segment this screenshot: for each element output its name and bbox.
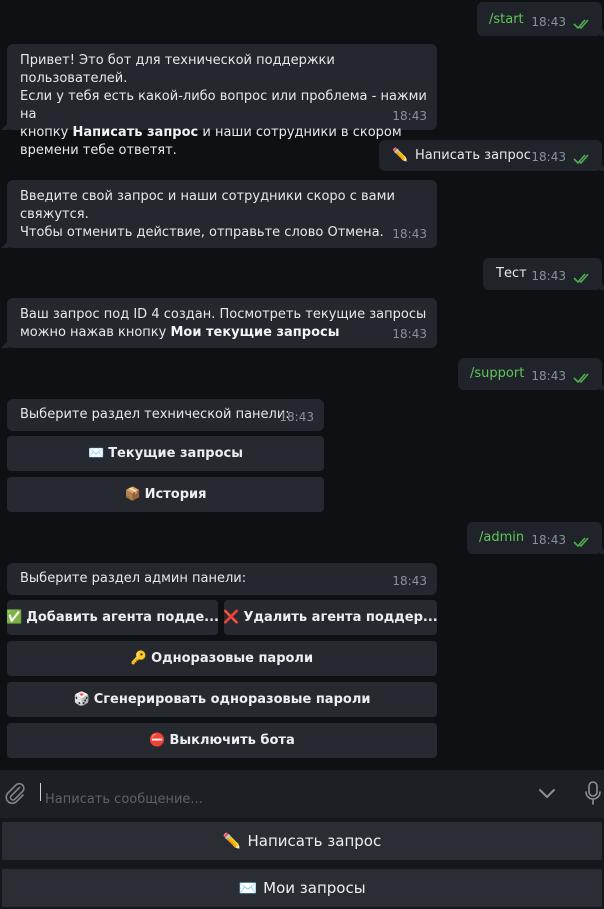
message-line: времени тебе ответят. [20, 143, 177, 158]
outgoing-message-support: /support 18:43 [458, 358, 604, 390]
command-link-start[interactable]: /start [489, 11, 524, 29]
message-line: свяжутся. [20, 207, 89, 222]
message-input[interactable]: Написать сообщение... [38, 770, 518, 818]
message-time: 18:43 [392, 109, 427, 123]
message-time: 18:43 [531, 533, 566, 547]
button-label: Удалить агента поддер... [243, 610, 437, 625]
incoming-message-admin-panel: Выберите раздел админ панели: 18:43 [7, 563, 437, 595]
paperclip-icon[interactable] [3, 781, 27, 805]
message-time: 18:43 [531, 15, 566, 29]
button-label: История [144, 487, 207, 502]
cross-mark-icon: ❌ [224, 610, 240, 625]
envelope-icon: ✉️ [88, 446, 105, 461]
message-line: Ваш запрос под ID 4 создан. Посмотреть т… [20, 307, 427, 322]
message-text: Выберите раздел админ панели: [20, 571, 247, 586]
chevron-down-icon[interactable] [537, 785, 557, 801]
reply-keyboard: ✏️ Написать запрос ✉️ Мои запросы [0, 818, 604, 909]
button-label: Мои запросы [263, 879, 366, 897]
message-time: 18:43 [392, 327, 427, 341]
outgoing-message-test: Тест 18:43 [483, 258, 604, 290]
message-text: Выберите раздел технической панели: [20, 407, 290, 422]
message-composer: Написать сообщение... [0, 770, 604, 818]
outgoing-message-write-request: ✏️ Написать запрос 18:43 [379, 140, 604, 171]
message-time: 18:43 [531, 150, 566, 164]
command-link-admin[interactable]: /admin [479, 529, 524, 547]
message-line: Чтобы отменить действие, отправьте слово… [20, 225, 384, 240]
message-line: Введите свой запрос и наши сотрудники ск… [20, 189, 395, 204]
button-label: Написать запрос [247, 832, 382, 850]
pencil-icon: ✏️ [392, 148, 409, 163]
inline-button-remove-agent[interactable]: ❌ Удалить агента поддер... [224, 600, 437, 635]
pencil-icon: ✏️ [222, 832, 242, 850]
dice-icon: 🎲 [73, 692, 90, 707]
command-link-support[interactable]: /support [470, 365, 524, 383]
read-checkmarks-icon [573, 154, 589, 165]
read-checkmarks-icon [573, 373, 589, 384]
text-caret [40, 783, 41, 801]
message-text: Написать запрос [415, 148, 531, 163]
inline-button-shutdown-bot[interactable]: ⛔ Выключить бота [7, 723, 437, 758]
inline-button-one-time-passwords[interactable]: 🔑 Одноразовые пароли [7, 641, 437, 676]
message-time: 18:43 [531, 269, 566, 283]
message-line: Если у тебя есть какой-либо вопрос или п… [20, 89, 427, 122]
button-label: Сгенерировать одноразовые пароли [93, 692, 371, 707]
message-time: 18:43 [392, 227, 427, 241]
read-checkmarks-icon [573, 537, 589, 548]
message-line: можно нажав кнопку Мои текущие запросы [20, 325, 340, 340]
message-time: 18:43 [279, 410, 314, 424]
inline-button-add-agent[interactable]: ✅ Добавить агента подде... [7, 600, 218, 635]
incoming-message-request-created: Ваш запрос под ID 4 создан. Посмотреть т… [1, 298, 437, 348]
message-text: Тест [496, 266, 527, 281]
chat-area: /start 18:43 Привет! Это бот для техниче… [0, 0, 604, 770]
no-entry-icon: ⛔ [149, 733, 166, 748]
inline-button-generate-passwords[interactable]: 🎲 Сгенерировать одноразовые пароли [7, 682, 437, 717]
read-checkmarks-icon [573, 19, 589, 30]
inline-button-history[interactable]: 📦 История [7, 477, 324, 512]
package-icon: 📦 [124, 487, 141, 502]
incoming-message-support-panel: Выберите раздел технической панели: 18:4… [7, 399, 324, 431]
reply-button-write-request[interactable]: ✏️ Написать запрос [2, 822, 602, 860]
envelope-icon: ✉️ [238, 879, 258, 897]
read-checkmarks-icon [573, 273, 589, 284]
button-label: Выключить бота [169, 733, 295, 748]
outgoing-message-admin: /admin 18:43 [467, 522, 604, 554]
incoming-message-welcome: Привет! Это бот для технической поддержк… [1, 44, 437, 158]
input-placeholder: Написать сообщение... [45, 792, 203, 807]
message-time: 18:43 [392, 574, 427, 588]
check-mark-icon: ✅ [7, 610, 23, 625]
inline-button-current-requests[interactable]: ✉️ Текущие запросы [7, 436, 324, 471]
button-label: Одноразовые пароли [151, 651, 314, 666]
key-icon: 🔑 [130, 651, 148, 666]
message-line: Привет! Это бот для технической поддержк… [20, 53, 335, 86]
message-time: 18:43 [531, 369, 566, 383]
message-line: кнопку Написать запрос и наши сотрудники… [20, 125, 402, 140]
outgoing-message-start: /start 18:43 [477, 2, 604, 36]
button-label: Текущие запросы [108, 446, 243, 461]
incoming-message-enter-request: Введите свой запрос и наши сотрудники ск… [1, 180, 437, 248]
microphone-icon[interactable] [583, 780, 603, 806]
reply-button-my-requests[interactable]: ✉️ Мои запросы [2, 869, 602, 907]
button-label: Добавить агента подде... [26, 610, 218, 625]
